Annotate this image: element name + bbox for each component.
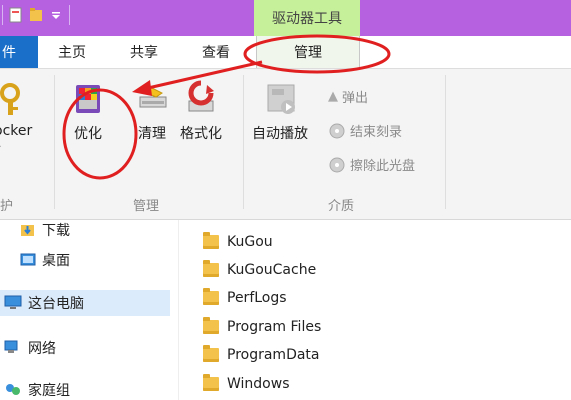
optimize-label: 优化 <box>74 126 102 142</box>
tab-manage[interactable]: 管理 <box>256 36 360 68</box>
toolbar-separator <box>69 5 70 25</box>
folder-icon <box>203 345 219 362</box>
cleanup-icon <box>139 84 167 108</box>
file-list-item[interactable]: Program Files <box>203 315 321 339</box>
cleanup-button[interactable]: 清理 <box>132 79 172 143</box>
protect-group-label: 护 <box>0 199 14 214</box>
finish-burning-button[interactable]: 结束刻录 <box>328 121 402 140</box>
ribbon: ocker ▾ 护 优化 清理 格式化 管理 <box>0 69 571 220</box>
network-icon <box>4 340 18 353</box>
bitlocker-label: ocker <box>0 123 33 139</box>
bitlocker-icon <box>0 83 21 115</box>
group-divider <box>243 75 244 209</box>
optimize-icon <box>76 85 100 113</box>
manage-group-label: 管理 <box>133 199 160 214</box>
quick-access-toolbar <box>0 0 70 30</box>
erase-disc-button[interactable]: 擦除此光盘 <box>328 155 415 174</box>
eject-button[interactable]: ▲ 弹出 <box>328 87 368 106</box>
file-name: Windows <box>227 376 290 392</box>
toolbar-separator <box>2 5 3 25</box>
autoplay-button[interactable]: 自动播放 <box>252 79 308 143</box>
cleanup-label: 清理 <box>138 126 166 142</box>
folder-icon[interactable] <box>29 7 43 23</box>
file-list-item[interactable]: PerfLogs <box>203 286 287 310</box>
nav-item-label: 桌面 <box>42 253 70 269</box>
tab-share[interactable]: 共享 <box>124 36 164 68</box>
download-folder-icon <box>21 225 34 236</box>
autoplay-label: 自动播放 <box>252 126 308 142</box>
nav-item-label: 网络 <box>28 341 56 357</box>
file-list-item[interactable]: ProgramData <box>203 343 320 367</box>
computer-icon <box>4 295 22 309</box>
drive-tools-context-tab[interactable]: 驱动器工具 <box>254 0 360 36</box>
file-list-item[interactable]: KuGou <box>203 230 273 254</box>
format-label: 格式化 <box>180 126 222 142</box>
finish-burning-label: 结束刻录 <box>350 125 403 140</box>
group-divider <box>54 75 55 209</box>
format-icon <box>188 80 214 112</box>
dropdown-caret-icon: ▾ <box>0 143 1 154</box>
burn-disc-icon <box>329 123 345 138</box>
tab-home[interactable]: 主页 <box>52 36 92 68</box>
new-document-icon[interactable] <box>9 7 23 23</box>
tab-file[interactable]: 件 <box>0 36 38 68</box>
group-divider <box>445 75 446 209</box>
tab-view[interactable]: 查看 <box>196 36 236 68</box>
eject-icon: ▲ <box>328 89 338 104</box>
folder-icon <box>203 317 219 334</box>
desktop-icon <box>20 253 36 266</box>
folder-icon <box>203 232 219 249</box>
nav-item-label: 家庭组 <box>28 383 70 399</box>
homegroup-icon <box>6 384 20 395</box>
file-name: KuGou <box>227 234 273 250</box>
file-name: Program Files <box>227 319 322 335</box>
format-button[interactable]: 格式化 <box>180 79 222 143</box>
dropdown-arrow-icon[interactable] <box>49 7 63 23</box>
nav-item-label: 下载 <box>42 223 70 239</box>
folder-icon <box>203 288 219 305</box>
bitlocker-button[interactable]: ocker ▾ <box>0 79 32 154</box>
optimize-button[interactable]: 优化 <box>70 79 106 143</box>
navigation-pane: 下载 桌面 这台电脑 网络 家庭组 <box>0 220 179 400</box>
nav-item-network[interactable]: 网络 <box>4 338 56 358</box>
erase-disc-icon <box>329 157 345 172</box>
file-list-item[interactable]: Windows <box>203 372 290 396</box>
title-bar: 驱动器工具 <box>0 0 571 36</box>
folder-icon <box>203 260 219 277</box>
folder-icon <box>203 374 219 391</box>
nav-item-downloads[interactable]: 下载 <box>20 220 70 240</box>
nav-item-label: 这台电脑 <box>28 296 84 312</box>
ribbon-tab-row: 件 主页 共享 查看 管理 <box>0 36 571 69</box>
erase-disc-label: 擦除此光盘 <box>350 159 416 174</box>
nav-item-this-pc[interactable]: 这台电脑 <box>0 290 170 316</box>
nav-item-desktop[interactable]: 桌面 <box>20 250 70 270</box>
nav-item-homegroup[interactable]: 家庭组 <box>4 380 70 400</box>
eject-label: 弹出 <box>342 91 369 106</box>
file-name: PerfLogs <box>227 290 287 306</box>
media-group-label: 介质 <box>328 199 355 214</box>
file-name: ProgramData <box>227 347 320 363</box>
autoplay-icon <box>267 84 295 114</box>
file-name: KuGouCache <box>227 262 317 278</box>
file-list-item[interactable]: KuGouCache <box>203 258 316 282</box>
file-list: KuGou KuGouCache PerfLogs Program Files … <box>195 220 571 400</box>
